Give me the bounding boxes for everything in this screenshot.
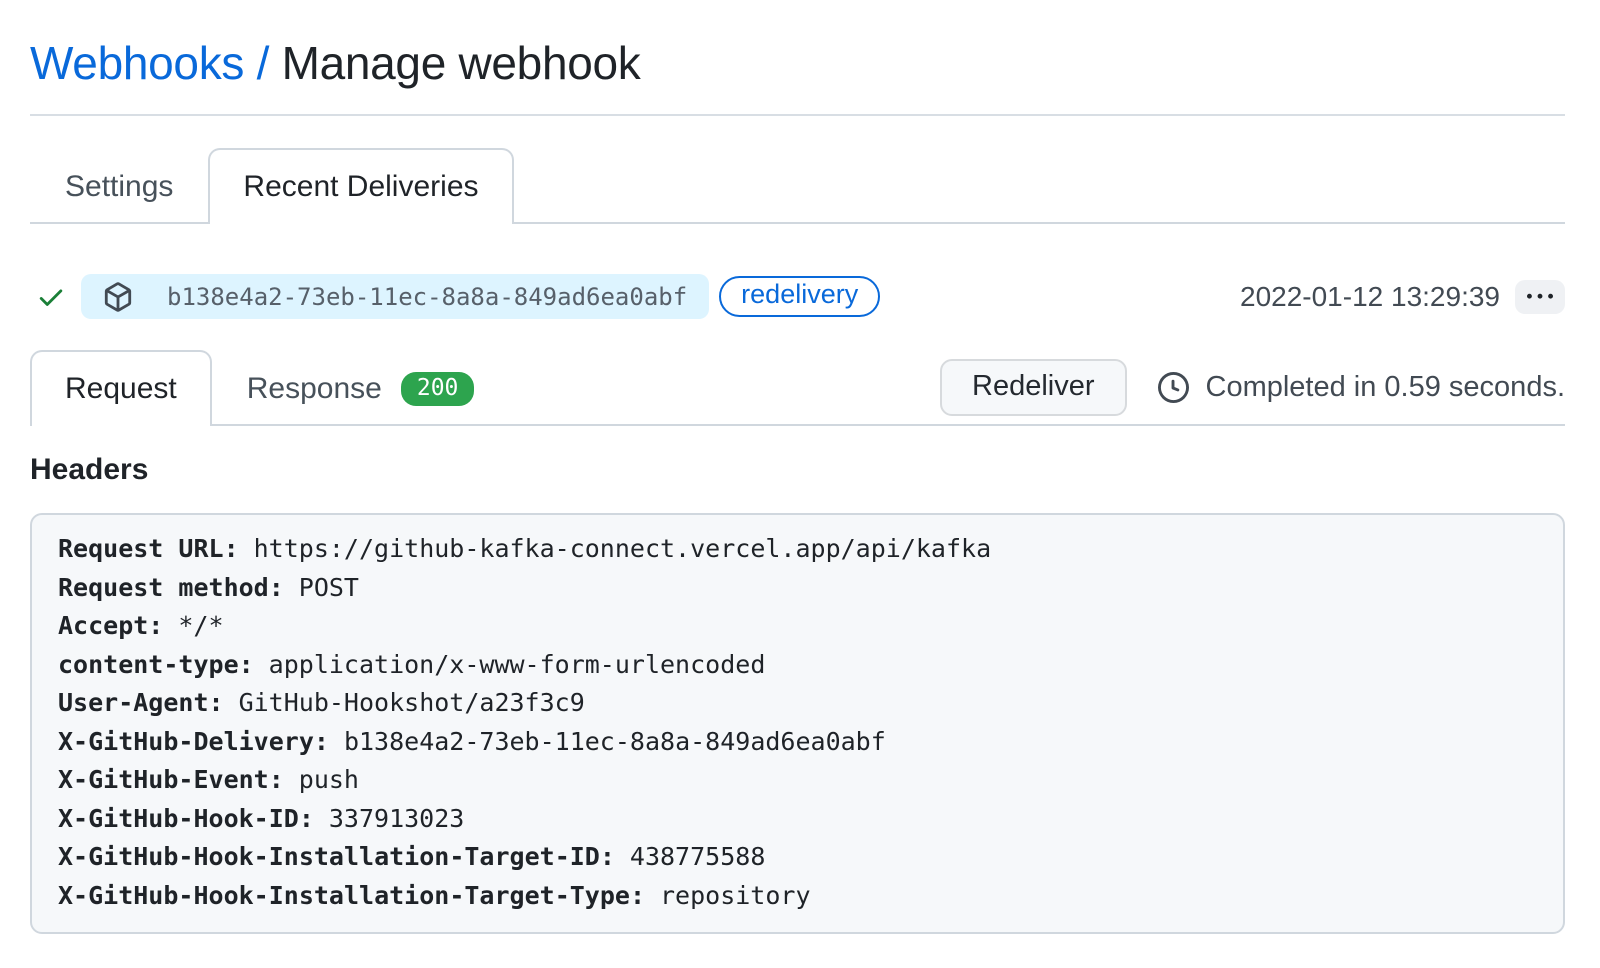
redelivery-badge: redelivery xyxy=(719,276,880,317)
response-status-badge: 200 xyxy=(401,372,475,406)
tab-recent-deliveries[interactable]: Recent Deliveries xyxy=(208,148,513,224)
page-title: Webhooks / Manage webhook xyxy=(30,36,1565,90)
header-line: X-GitHub-Hook-ID:337913023 xyxy=(58,800,1537,839)
redeliver-button[interactable]: Redeliver xyxy=(940,359,1127,416)
kebab-horizontal-icon xyxy=(1527,284,1553,310)
webhook-tabnav: Settings Recent Deliveries xyxy=(30,148,1565,224)
headers-section-title: Headers xyxy=(30,453,1565,487)
delivery-toolbar: Redeliver Completed in 0.59 seconds. xyxy=(940,359,1565,416)
page-title-text: Manage webhook xyxy=(282,37,641,89)
header-line: Accept:*/* xyxy=(58,607,1537,646)
page-header: Webhooks / Manage webhook xyxy=(30,0,1565,116)
header-line: User-Agent:GitHub-Hookshot/a23f3c9 xyxy=(58,684,1537,723)
delivery-guid: b138e4a2-73eb-11ec-8a8a-849ad6ea0abf xyxy=(167,283,687,311)
delivery-timestamp: 2022-01-12 13:29:39 xyxy=(1240,281,1500,313)
tab-request[interactable]: Request xyxy=(30,350,212,426)
header-line: Request method:POST xyxy=(58,569,1537,608)
delivery-guid-chip[interactable]: b138e4a2-73eb-11ec-8a8a-849ad6ea0abf xyxy=(81,274,709,319)
headers-code-block: Request URL:https://github-kafka-connect… xyxy=(30,513,1565,934)
header-line: X-GitHub-Hook-Installation-Target-Type:r… xyxy=(58,877,1537,916)
delivery-options-button[interactable] xyxy=(1515,280,1565,314)
header-line: Request URL:https://github-kafka-connect… xyxy=(58,530,1537,569)
package-icon xyxy=(103,282,133,312)
clock-icon xyxy=(1158,372,1189,403)
delivery-row: b138e4a2-73eb-11ec-8a8a-849ad6ea0abf red… xyxy=(30,274,1565,319)
tab-response-label: Response xyxy=(247,372,382,406)
header-line: content-type:application/x-www-form-urle… xyxy=(58,646,1537,685)
webhooks-breadcrumb-link[interactable]: Webhooks xyxy=(30,37,244,89)
breadcrumb-separator: / xyxy=(257,37,269,89)
tab-settings[interactable]: Settings xyxy=(30,148,208,224)
check-icon xyxy=(36,282,66,312)
completed-duration-text: Completed in 0.59 seconds. xyxy=(1206,371,1566,404)
header-line: X-GitHub-Hook-Installation-Target-ID:438… xyxy=(58,838,1537,877)
header-line: X-GitHub-Delivery:b138e4a2-73eb-11ec-8a8… xyxy=(58,723,1537,762)
delivery-detail-tabnav: Request Response 200 Redeliver Completed… xyxy=(30,350,1565,426)
manage-webhook-page: Webhooks / Manage webhook Settings Recen… xyxy=(0,0,1600,934)
header-line: X-GitHub-Event:push xyxy=(58,761,1537,800)
tab-response[interactable]: Response 200 xyxy=(212,350,510,426)
